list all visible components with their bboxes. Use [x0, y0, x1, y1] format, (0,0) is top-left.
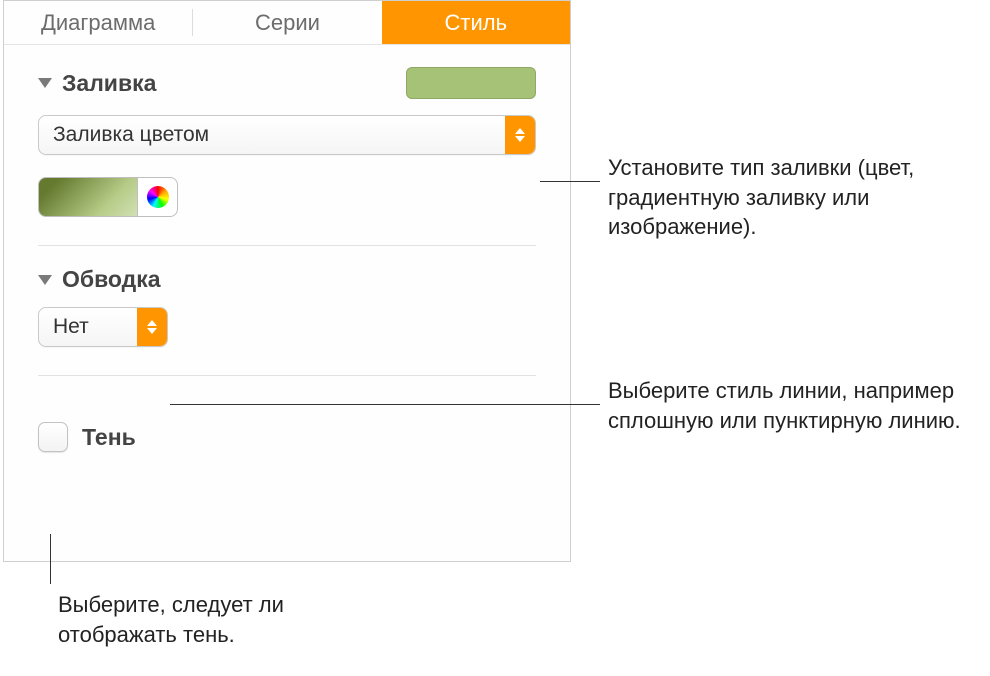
- stroke-section-title: Обводка: [62, 266, 161, 293]
- fill-color-swatch[interactable]: [406, 67, 536, 99]
- fill-section-title: Заливка: [62, 70, 156, 97]
- color-controls-row: [38, 177, 536, 217]
- popup-stepper-icon: [505, 116, 535, 154]
- stroke-callout-text: Выберите стиль линии, например сплошную …: [608, 376, 978, 435]
- shadow-row: Тень: [38, 422, 536, 452]
- fill-type-popup[interactable]: Заливка цветом: [38, 115, 536, 155]
- color-well[interactable]: [38, 177, 138, 217]
- inspector-content: Заливка Заливка цветом Обводка: [4, 67, 570, 452]
- inspector-tabbar: Диаграмма Серии Стиль: [4, 1, 570, 45]
- color-picker-button[interactable]: [138, 177, 178, 217]
- color-wheel-icon: [147, 186, 169, 208]
- shadow-callout-text: Выберите, следует ли отображать тень.: [58, 590, 358, 649]
- popup-stepper-icon: [137, 308, 167, 346]
- disclosure-triangle-icon[interactable]: [38, 78, 52, 88]
- disclosure-triangle-icon[interactable]: [38, 275, 52, 285]
- tab-series[interactable]: Серии: [193, 1, 381, 44]
- stroke-section-header: Обводка: [38, 266, 536, 293]
- shadow-label: Тень: [82, 424, 136, 451]
- stroke-style-value: Нет: [53, 315, 89, 339]
- section-divider: [38, 245, 536, 246]
- inspector-panel: Диаграмма Серии Стиль Заливка Заливка цв…: [3, 0, 571, 562]
- shadow-checkbox[interactable]: [38, 422, 68, 452]
- tab-style[interactable]: Стиль: [382, 1, 570, 44]
- tab-chart[interactable]: Диаграмма: [4, 1, 192, 44]
- fill-type-value: Заливка цветом: [53, 123, 209, 147]
- section-divider: [38, 375, 536, 376]
- fill-section-header: Заливка: [38, 67, 536, 99]
- stroke-style-popup[interactable]: Нет: [38, 307, 168, 347]
- fill-callout-text: Установите тип заливки (цвет, градиентну…: [608, 153, 968, 242]
